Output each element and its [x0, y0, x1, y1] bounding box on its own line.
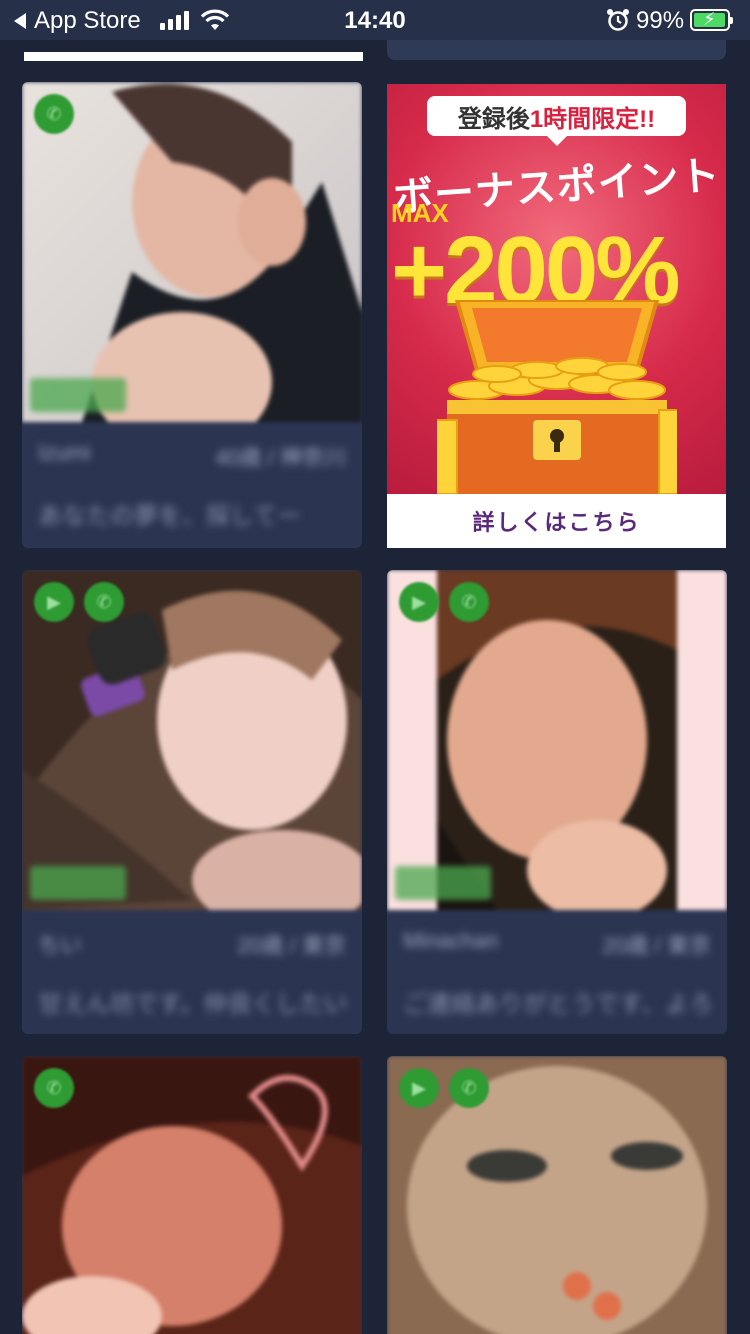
user-meta: ちい 20歳 / 東京 [38, 928, 346, 960]
user-name: Minachan [403, 928, 499, 953]
user-card[interactable]: ▶ ✆ ちい 20歳 / 東京 甘えん坊です。仲良くしたいー [22, 570, 362, 1034]
user-age-location: 20歳 / 東京 [602, 933, 711, 958]
promo-banner[interactable]: 登録後 1時間限定!! ボーナスポイント MAX +200% 詳しくはこちら [387, 84, 726, 548]
previous-card-edge [24, 52, 363, 61]
call-icon: ✆ [84, 582, 124, 622]
promo-banner-highlight: 1時間限定!! [529, 105, 656, 133]
battery-charging-icon: ⚡ [690, 9, 733, 31]
call-icon: ✆ [34, 94, 74, 134]
battery-percent: 99% [636, 7, 685, 34]
call-icon: ✆ [449, 582, 489, 622]
user-card[interactable]: ▶ ✆ Minachan 20歳 / 東京 ご連絡ありがとうです、よろしくー [387, 570, 727, 1034]
badge-group: ▶ ✆ [399, 582, 489, 622]
user-card[interactable]: ✆ [22, 1056, 362, 1334]
user-grid[interactable]: ✆ Izumi 40歳 / 神奈川 あなたの夢を、探してー 登録後 1時間限定!… [0, 40, 750, 1334]
video-icon: ▶ [399, 1068, 439, 1108]
status-badge [395, 866, 491, 900]
status-bar: App Store 14:40 99% ⚡ [0, 0, 750, 40]
user-meta: Minachan 20歳 / 東京 [403, 928, 711, 960]
treasure-chest-icon [437, 300, 677, 494]
call-icon: ✆ [34, 1068, 74, 1108]
user-card[interactable]: ✆ Izumi 40歳 / 神奈川 あなたの夢を、探してー [22, 82, 362, 548]
alarm-icon [607, 9, 629, 31]
user-age-location: 40歳 / 神奈川 [215, 445, 346, 470]
user-message: 甘えん坊です。仲良くしたいー [38, 991, 346, 1018]
badge-group: ✆ [34, 94, 74, 134]
user-message: ご連絡ありがとうです、よろしくー [403, 991, 711, 1018]
call-icon: ✆ [449, 1068, 489, 1108]
user-message: あなたの夢を、探してー [38, 503, 302, 530]
promo-limited-label: 登録後 1時間限定!! [427, 96, 686, 146]
badge-group: ✆ [34, 1068, 74, 1108]
user-name: ちい [38, 933, 83, 958]
badge-group: ▶ ✆ [399, 1068, 489, 1108]
user-name: Izumi [38, 440, 91, 465]
previous-card-edge [387, 40, 726, 60]
status-badge [30, 378, 126, 412]
user-card[interactable]: ▶ ✆ [387, 1056, 727, 1334]
badge-group: ▶ ✆ [34, 582, 124, 622]
promo-banner-prefix: 登録後 [457, 105, 530, 133]
video-icon: ▶ [399, 582, 439, 622]
promo-details-link[interactable]: 詳しくはこちら [387, 494, 726, 548]
user-age-location: 20歳 / 東京 [237, 933, 346, 958]
status-badge [30, 866, 126, 900]
user-meta: Izumi 40歳 / 神奈川 [38, 440, 346, 472]
video-icon: ▶ [34, 582, 74, 622]
